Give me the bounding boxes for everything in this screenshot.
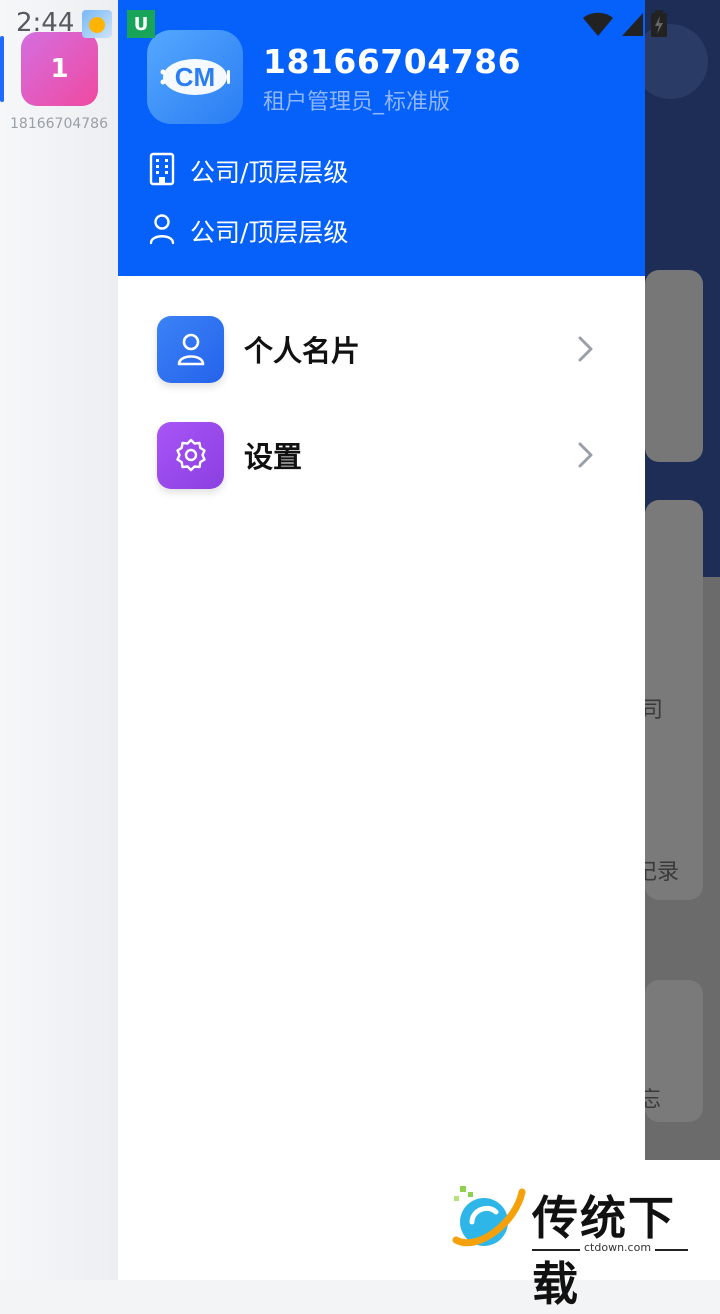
- building-icon: [148, 152, 176, 190]
- menu-settings-label: 设置: [244, 440, 303, 474]
- menu-business-card-label: 个人名片: [244, 334, 361, 368]
- menu-business-card[interactable]: 个人名片: [157, 315, 597, 383]
- department-text: 公司/顶层层级: [190, 218, 349, 247]
- chevron-right-icon: [578, 336, 593, 362]
- signal-icon: [622, 13, 643, 36]
- weather-icon: [82, 10, 112, 38]
- bg-text: 忘: [645, 1088, 662, 1113]
- app-logo: CM: [147, 30, 243, 124]
- background-page: 司 记录 忘: [645, 0, 720, 1160]
- logo-text: CM: [175, 62, 215, 92]
- chevron-right-icon: [578, 442, 593, 468]
- navigation-drawer: CM 18166704786 租户管理员_标准版 公司/顶层层级 公司/顶层层级…: [118, 0, 645, 1280]
- drawer-header: CM 18166704786 租户管理员_标准版 公司/顶层层级 公司/顶层层级: [118, 0, 645, 276]
- selected-indicator: [0, 36, 4, 102]
- user-icon: [157, 315, 224, 383]
- battery-icon: [651, 10, 667, 37]
- bg-text: 记录: [645, 860, 680, 885]
- watermark-logo-icon: [452, 1186, 526, 1247]
- account-rail: 1 18166704786: [0, 0, 118, 1280]
- user-role: 租户管理员_标准版: [263, 90, 451, 115]
- person-icon: [148, 213, 176, 249]
- account-avatar-label: 1: [50, 54, 69, 84]
- menu-settings[interactable]: 设置: [157, 421, 597, 489]
- wifi-icon: [583, 12, 613, 36]
- company-text: 公司/顶层层级: [190, 158, 349, 187]
- account-avatar[interactable]: 1: [21, 32, 98, 106]
- user-phone: 18166704786: [263, 42, 522, 81]
- gear-icon: [157, 421, 224, 489]
- company-row: 公司/顶层层级: [148, 152, 348, 190]
- status-time: 2:44: [16, 8, 75, 38]
- notification-app-icon: U: [127, 10, 155, 38]
- department-row: 公司/顶层层级: [148, 213, 348, 249]
- status-icons: [582, 10, 668, 38]
- bg-text: 司: [645, 698, 664, 723]
- watermark-url: ctdown.com: [580, 1241, 656, 1254]
- bg-card: [645, 270, 703, 462]
- account-name: 18166704786: [10, 116, 108, 132]
